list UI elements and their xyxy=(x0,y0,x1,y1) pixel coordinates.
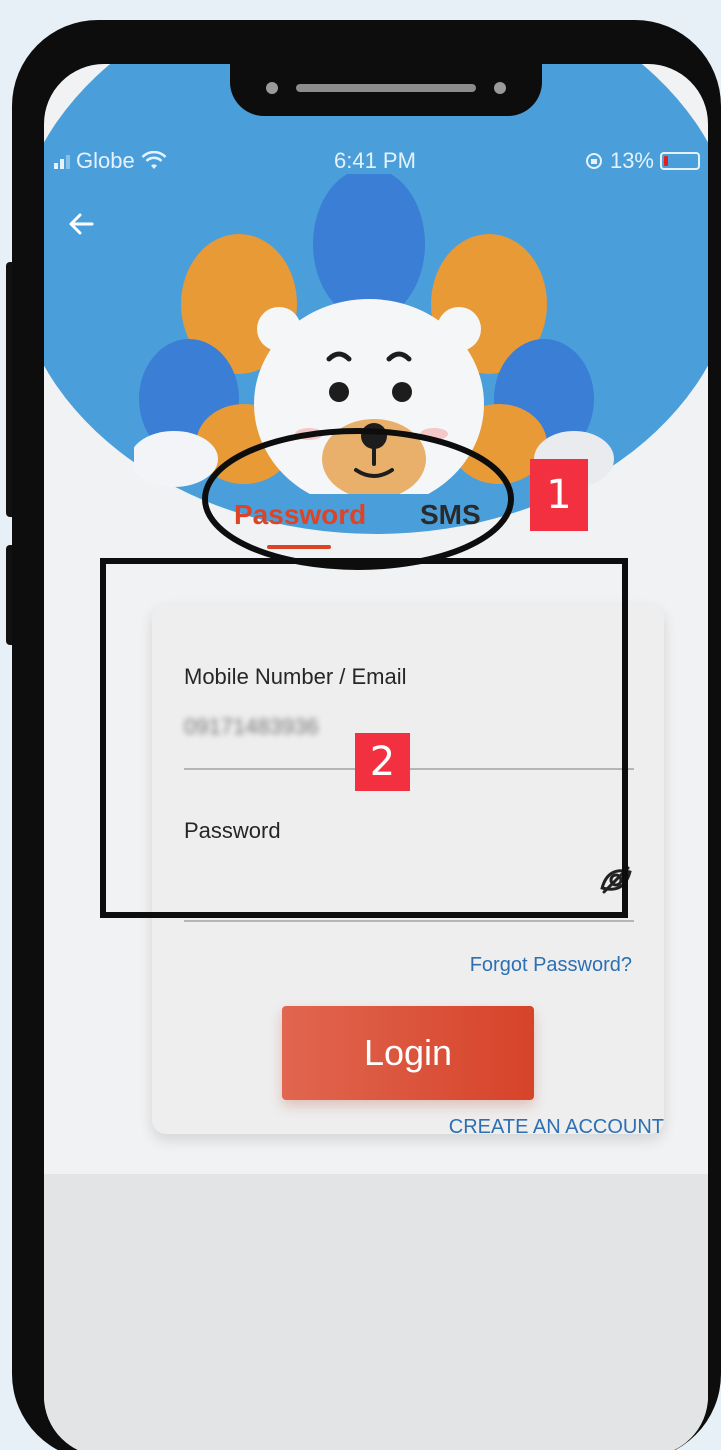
password-input[interactable] xyxy=(184,858,584,908)
battery-icon xyxy=(660,152,700,170)
status-right: 13% xyxy=(584,148,700,174)
orientation-lock-icon xyxy=(585,153,602,169)
mascot-lion-bear-illustration xyxy=(134,174,614,494)
login-card: Mobile Number / Email 09171483936 Passwo… xyxy=(152,604,664,1134)
carrier-name: Globe xyxy=(76,148,135,173)
annotation-badge-1: 1 xyxy=(530,459,588,531)
mobile-email-label: Mobile Number / Email xyxy=(184,664,407,689)
password-label: Password xyxy=(184,818,281,843)
create-account-link[interactable]: CREATE AN ACCOUNT xyxy=(449,1116,664,1139)
eye-off-icon[interactable] xyxy=(596,860,636,900)
camera-dot xyxy=(266,82,278,94)
auth-tabs: Password SMS xyxy=(234,499,494,559)
active-tab-indicator xyxy=(267,545,331,549)
forgot-password-link[interactable]: Forgot Password? xyxy=(470,954,632,977)
password-underline xyxy=(184,920,634,922)
battery-percentage: 13% xyxy=(609,148,654,173)
screenshot-canvas: Globe 6:41 PM 13% Mobile Number / Email … xyxy=(0,0,721,1450)
tab-sms[interactable]: SMS xyxy=(420,499,481,531)
status-bar: Globe 6:41 PM 13% xyxy=(44,144,708,180)
mobile-email-input[interactable]: 09171483936 xyxy=(184,714,319,740)
status-left: Globe xyxy=(54,148,167,174)
speaker-grille xyxy=(296,84,476,92)
signal-icon xyxy=(54,153,70,169)
bottom-empty-area xyxy=(44,1174,708,1450)
back-arrow-icon[interactable] xyxy=(66,209,96,245)
wifi-icon xyxy=(141,151,167,169)
tab-password[interactable]: Password xyxy=(234,499,366,531)
annotation-badge-2: 2 xyxy=(355,733,410,791)
sensor-dot xyxy=(494,82,506,94)
status-time: 6:41 PM xyxy=(334,148,416,173)
login-button[interactable]: Login xyxy=(282,1006,534,1100)
phone-notch xyxy=(230,60,542,116)
